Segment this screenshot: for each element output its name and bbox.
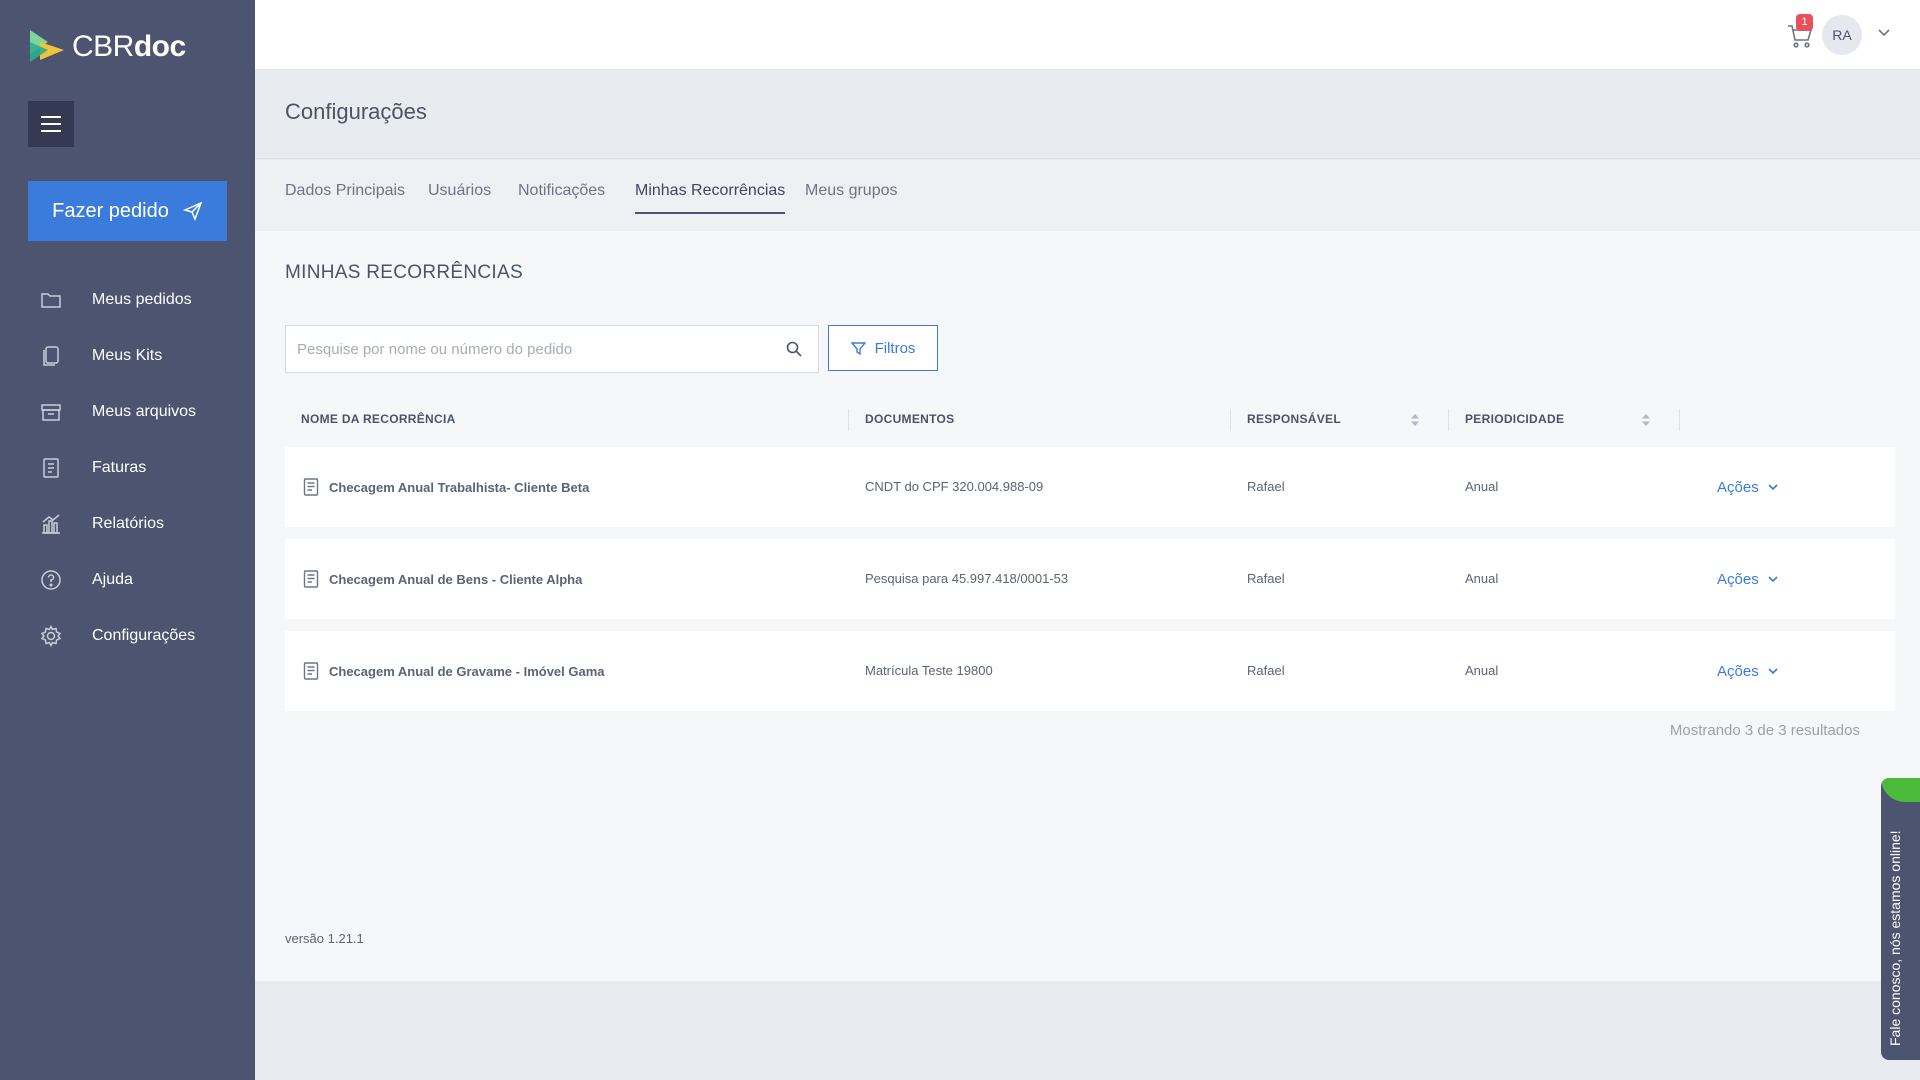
sidebar-item-faturas[interactable]: Faturas xyxy=(0,440,255,496)
sidebar-item-relatorios[interactable]: Relatórios xyxy=(0,496,255,552)
responsible-cell: Rafael xyxy=(1247,663,1285,678)
send-icon xyxy=(182,201,203,221)
table-row[interactable]: Checagem Anual Trabalhista- Cliente Beta… xyxy=(285,447,1895,527)
document-cell: Matrícula Teste 19800 xyxy=(865,663,993,678)
periodicity-cell: Anual xyxy=(1465,571,1499,586)
responsible-cell: Rafael xyxy=(1247,479,1285,494)
responsible-cell: Rafael xyxy=(1247,571,1285,586)
avatar[interactable]: RA xyxy=(1822,15,1862,55)
column-header-nome: NOME DA RECORRÊNCIA xyxy=(301,412,456,426)
menu-toggle-button[interactable] xyxy=(28,101,74,147)
gear-icon xyxy=(38,623,64,649)
sidebar-item-label: Meus arquivos xyxy=(92,403,197,420)
kit-icon xyxy=(38,343,64,369)
document-cell: CNDT do CPF 320.004.988-09 xyxy=(865,479,1044,494)
sidebar-item-label: Faturas xyxy=(92,459,147,476)
actions-label: Ações xyxy=(1717,478,1759,496)
document-icon xyxy=(303,478,319,496)
actions-label: Ações xyxy=(1717,570,1759,588)
table-row[interactable]: Checagem Anual de Gravame - Imóvel Gama … xyxy=(285,631,1895,711)
tab-minhas-recorrencias[interactable]: Minhas Recorrências xyxy=(635,182,786,214)
page-header: Configurações xyxy=(255,71,1920,159)
actions-dropdown[interactable]: Ações xyxy=(1717,631,1779,711)
column-header-periodicidade: PERIODICIDADE xyxy=(1465,412,1565,426)
app-version: versão 1.21.1 xyxy=(285,931,364,946)
periodicity-cell: Anual xyxy=(1465,479,1499,494)
online-indicator xyxy=(1881,778,1920,802)
chevron-down-icon[interactable] xyxy=(1877,26,1891,40)
sidebar-item-meus-arquivos[interactable]: Meus arquivos xyxy=(0,384,255,440)
filter-icon xyxy=(850,341,866,355)
sidebar-item-label: Meus pedidos xyxy=(92,291,192,308)
chevron-down-icon xyxy=(1768,668,1778,675)
new-order-label: Fazer pedido xyxy=(52,199,169,222)
sidebar: CBRdoc Fazer pedido Meus pedidos Meus Ki… xyxy=(0,0,255,1080)
main-content: MINHAS RECORRÊNCIAS Filtros NOME DA RECO… xyxy=(255,231,1920,981)
sidebar-item-label: Configurações xyxy=(92,627,196,644)
actions-dropdown[interactable]: Ações xyxy=(1717,539,1779,619)
row-name-cell: Checagem Anual de Bens - Cliente Alpha xyxy=(303,539,582,619)
actions-label: Ações xyxy=(1717,662,1759,680)
results-count: Mostrando 3 de 3 resultados xyxy=(1669,722,1860,739)
search-box xyxy=(285,325,819,373)
sidebar-nav: Meus pedidos Meus Kits Meus arquivos Fat… xyxy=(0,272,255,664)
settings-tabs: Dados Principais Usuários Notificações M… xyxy=(255,160,1920,231)
search-icon[interactable] xyxy=(786,341,802,357)
document-cell: Pesquisa para 45.997.418/0001-53 xyxy=(865,571,1069,586)
sidebar-item-label: Ajuda xyxy=(92,571,133,588)
recurrence-name: Checagem Anual Trabalhista- Cliente Beta xyxy=(329,479,590,495)
sort-icon[interactable] xyxy=(1410,413,1420,427)
chevron-down-icon xyxy=(1768,576,1778,583)
column-divider xyxy=(1448,409,1449,431)
hamburger-icon xyxy=(41,123,61,125)
sort-icon[interactable] xyxy=(1641,413,1651,427)
sidebar-item-meus-kits[interactable]: Meus Kits xyxy=(0,328,255,384)
sidebar-item-configuracoes[interactable]: Configurações xyxy=(0,608,255,664)
recurrence-name: Checagem Anual de Bens - Cliente Alpha xyxy=(329,571,583,587)
logo-mark-icon xyxy=(30,30,64,62)
tab-meus-grupos[interactable]: Meus grupos xyxy=(805,182,898,212)
chat-widget[interactable]: Fale conosco, nós estamos online! xyxy=(1881,778,1920,1060)
column-header-documentos: DOCUMENTOS xyxy=(865,412,955,426)
page-title: Configurações xyxy=(285,99,427,124)
tab-usuarios[interactable]: Usuários xyxy=(428,182,491,212)
brand-logo[interactable]: CBRdoc xyxy=(28,28,186,66)
search-input[interactable] xyxy=(286,326,756,372)
sidebar-item-ajuda[interactable]: Ajuda xyxy=(0,552,255,608)
column-header-responsavel: RESPONSÁVEL xyxy=(1247,412,1341,426)
row-name-cell: Checagem Anual de Gravame - Imóvel Gama xyxy=(303,631,605,711)
filters-button[interactable]: Filtros xyxy=(828,325,938,371)
chat-label: Fale conosco, nós estamos online! xyxy=(1887,830,1903,1046)
tab-dados-principais[interactable]: Dados Principais xyxy=(285,182,405,212)
help-icon xyxy=(38,567,64,593)
sidebar-item-meus-pedidos[interactable]: Meus pedidos xyxy=(0,272,255,328)
section-title: MINHAS RECORRÊNCIAS xyxy=(285,262,523,283)
top-bar: 1 RA xyxy=(255,0,1920,70)
column-divider xyxy=(1679,409,1680,431)
cart-count-badge: 1 xyxy=(1796,14,1813,31)
document-icon xyxy=(303,662,319,680)
brand-name: CBRdoc xyxy=(72,30,186,63)
tab-notificacoes[interactable]: Notificações xyxy=(518,182,605,212)
recurrence-name: Checagem Anual de Gravame - Imóvel Gama xyxy=(329,663,605,679)
column-divider xyxy=(848,409,849,431)
document-icon xyxy=(303,570,319,588)
periodicity-cell: Anual xyxy=(1465,663,1499,678)
table-row[interactable]: Checagem Anual de Bens - Cliente Alpha P… xyxy=(285,539,1895,619)
actions-dropdown[interactable]: Ações xyxy=(1717,447,1779,527)
folder-icon xyxy=(38,287,64,313)
column-divider xyxy=(1230,409,1231,431)
archive-icon xyxy=(38,399,64,425)
invoice-icon xyxy=(38,455,64,481)
chart-icon xyxy=(38,511,64,537)
table-header: NOME DA RECORRÊNCIA DOCUMENTOS RESPONSÁV… xyxy=(285,399,1895,439)
new-order-button[interactable]: Fazer pedido xyxy=(28,181,227,241)
sidebar-item-label: Relatórios xyxy=(92,515,165,532)
filters-label: Filtros xyxy=(874,339,916,357)
chevron-down-icon xyxy=(1768,484,1778,491)
row-name-cell: Checagem Anual Trabalhista- Cliente Beta xyxy=(303,447,589,527)
sidebar-item-label: Meus Kits xyxy=(92,347,163,364)
